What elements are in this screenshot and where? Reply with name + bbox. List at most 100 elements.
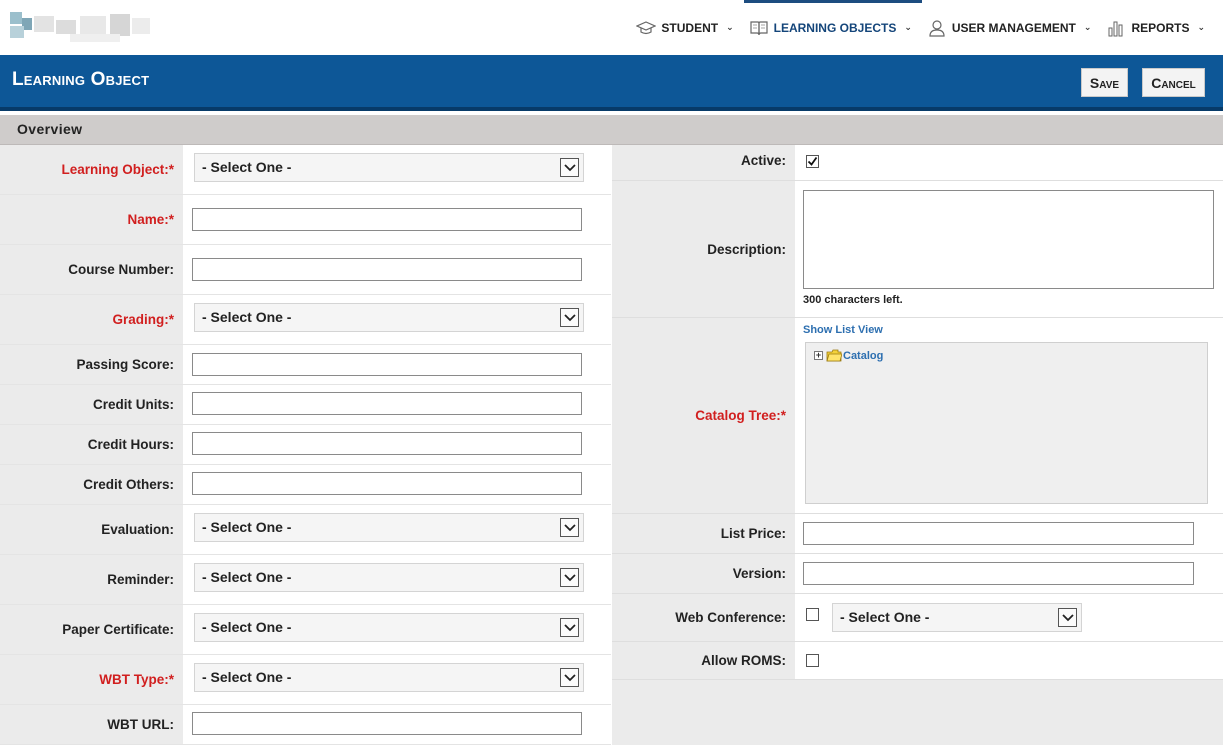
course-number-label: Course Number: (0, 245, 183, 294)
reminder-label: Reminder: (0, 555, 183, 604)
expand-icon[interactable]: + (814, 351, 823, 360)
evaluation-select[interactable]: - Select One - (194, 513, 584, 542)
learning-object-label: Learning Object:* (0, 145, 183, 194)
wbt-url-row: WBT URL: (0, 705, 611, 745)
tree-node-catalog-label: Catalog (843, 349, 884, 362)
chevron-down-icon[interactable]: ⌄ (726, 22, 734, 33)
list-price-input[interactable] (803, 522, 1194, 545)
active-row: Active: (612, 145, 1223, 181)
book-icon (748, 19, 770, 37)
wbt-type-row: WBT Type:* - Select One - (0, 655, 611, 705)
credit-hours-input[interactable] (192, 432, 582, 455)
graduation-cap-icon (635, 19, 657, 37)
paper-certificate-row: Paper Certificate: - Select One - (0, 605, 611, 655)
chevron-down-icon[interactable]: ⌄ (904, 22, 912, 33)
nav-user-management[interactable]: USER MANAGEMENT ⌄ (922, 0, 1102, 55)
credit-others-row: Credit Others: (0, 465, 611, 505)
nav-learning-objects[interactable]: LEARNING OBJECTS ⌄ (743, 0, 923, 55)
form-left-column: Learning Object:* - Select One - Name:* … (0, 145, 611, 745)
web-conference-select[interactable]: - Select One - (832, 603, 1082, 632)
section-title: Overview (17, 121, 83, 137)
nav-reports-label: REPORTS (1131, 20, 1190, 35)
list-price-label: List Price: (720, 526, 786, 541)
chevron-down-icon (560, 308, 579, 327)
save-button[interactable]: Save (1081, 68, 1128, 97)
top-navigation-bar: STUDENT ⌄ LEARNING OBJECTS ⌄ USER MANAGE… (0, 0, 1223, 55)
tree-node-catalog[interactable]: + Catalog (814, 349, 883, 362)
nav-user-management-label: USER MANAGEMENT (951, 20, 1076, 35)
catalog-tree-row: Catalog Tree:* Show List View + Catalog (612, 318, 1223, 514)
grading-label: Grading:* (0, 295, 183, 344)
description-textarea[interactable] (803, 190, 1214, 289)
version-row: Version: (612, 554, 1223, 594)
cancel-button[interactable]: Cancel (1142, 68, 1205, 97)
name-row: Name:* (0, 195, 611, 245)
chevron-down-icon[interactable]: ⌄ (1084, 22, 1092, 33)
web-conference-row: Web Conference: - Select One - (612, 594, 1223, 642)
chevron-down-icon[interactable]: ⌄ (1197, 22, 1205, 33)
nav-student-label: STUDENT (661, 20, 719, 35)
passing-score-label: Passing Score: (0, 345, 183, 384)
page-title: Learning Object (12, 69, 150, 90)
version-input[interactable] (803, 562, 1194, 585)
wbt-type-select[interactable]: - Select One - (194, 663, 584, 692)
course-number-input[interactable] (192, 258, 582, 281)
paper-certificate-label: Paper Certificate: (0, 605, 183, 654)
user-icon (926, 19, 948, 37)
chevron-down-icon (560, 158, 579, 177)
nav-student[interactable]: STUDENT ⌄ (631, 0, 743, 55)
learning-object-row: Learning Object:* - Select One - (0, 145, 611, 195)
chevron-down-icon (560, 668, 579, 687)
grading-value: - Select One - (202, 309, 292, 325)
passing-score-input[interactable] (192, 353, 582, 376)
description-chars-left: 300 characters left. (803, 294, 903, 306)
chevron-down-icon (560, 618, 579, 637)
chevron-down-icon (560, 568, 579, 587)
passing-score-row: Passing Score: (0, 345, 611, 385)
wbt-url-input[interactable] (192, 712, 582, 735)
description-label: Description: (707, 241, 786, 257)
course-number-row: Course Number: (0, 245, 611, 295)
credit-hours-row: Credit Hours: (0, 425, 611, 465)
wbt-type-value: - Select One - (202, 669, 292, 685)
section-header: Overview (0, 115, 1223, 145)
credit-others-input[interactable] (192, 472, 582, 495)
catalog-tree: + Catalog (805, 342, 1208, 504)
name-input[interactable] (192, 208, 582, 231)
evaluation-value: - Select One - (202, 519, 292, 535)
folder-icon (826, 349, 842, 362)
web-conference-checkbox[interactable] (806, 608, 819, 621)
web-conference-label: Web Conference: (675, 610, 786, 625)
nav-reports[interactable]: REPORTS ⌄ (1101, 0, 1215, 55)
credit-units-input[interactable] (192, 392, 582, 415)
paper-certificate-select[interactable]: - Select One - (194, 613, 584, 642)
credit-units-label: Credit Units: (0, 385, 183, 424)
wbt-url-label: WBT URL: (0, 705, 183, 744)
web-conference-value: - Select One - (840, 609, 930, 625)
chevron-down-icon (1058, 608, 1077, 627)
wbt-type-label: WBT Type:* (0, 655, 183, 704)
allow-roms-label: Allow ROMS: (701, 653, 786, 668)
name-label: Name:* (0, 195, 183, 244)
active-checkbox[interactable] (806, 155, 819, 168)
grading-row: Grading:* - Select One - (0, 295, 611, 345)
learning-object-select[interactable]: - Select One - (194, 153, 584, 182)
credit-others-label: Credit Others: (0, 465, 183, 504)
checkmark-icon (807, 156, 818, 166)
allow-roms-checkbox[interactable] (806, 654, 819, 667)
evaluation-label: Evaluation: (0, 505, 183, 554)
bar-chart-icon (1105, 19, 1127, 37)
version-label: Version: (732, 566, 786, 581)
nav-learning-objects-label: LEARNING OBJECTS (773, 20, 897, 35)
page-header: Learning Object Save Cancel (0, 55, 1223, 111)
paper-certificate-value: - Select One - (202, 619, 292, 635)
credit-units-row: Credit Units: (0, 385, 611, 425)
chevron-down-icon (560, 518, 579, 537)
evaluation-row: Evaluation: - Select One - (0, 505, 611, 555)
form-right-column: Active: Description: 300 characters left… (612, 145, 1223, 745)
show-list-view-link[interactable]: Show List View (803, 324, 883, 336)
allow-roms-row: Allow ROMS: (612, 642, 1223, 680)
grading-select[interactable]: - Select One - (194, 303, 584, 332)
company-logo[interactable] (10, 12, 150, 42)
reminder-select[interactable]: - Select One - (194, 563, 584, 592)
